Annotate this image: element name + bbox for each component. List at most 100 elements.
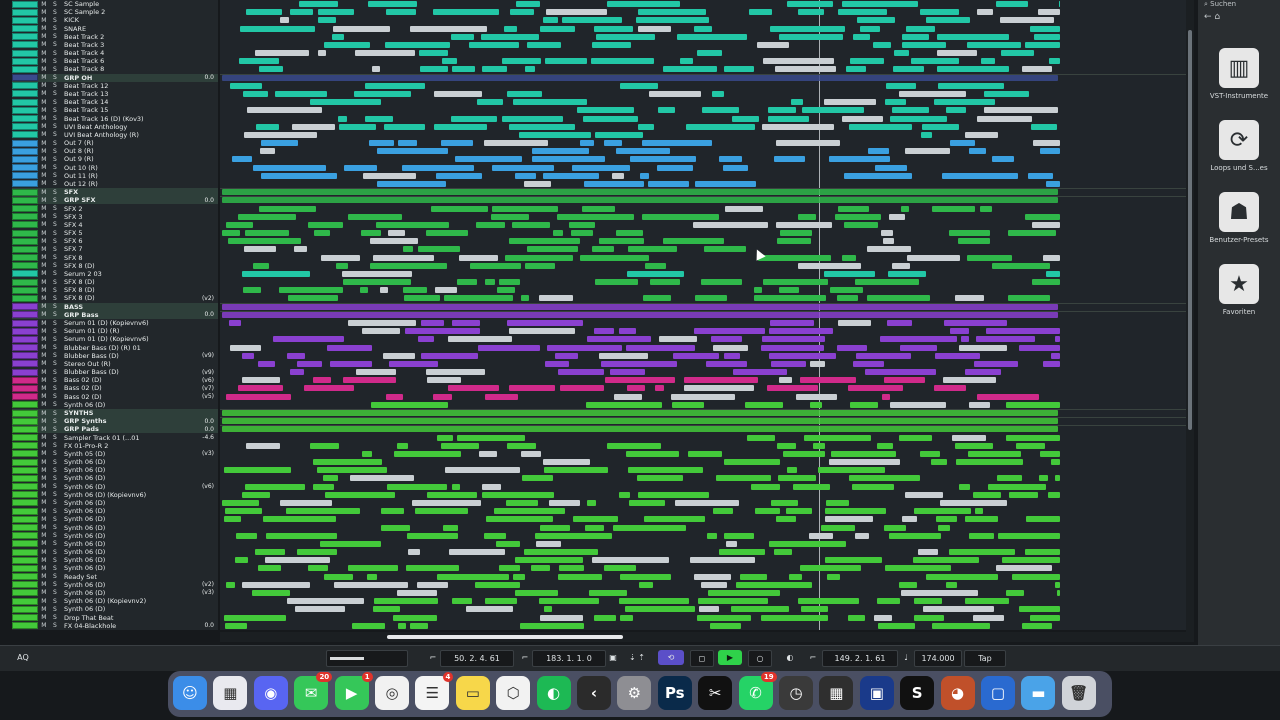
track-row[interactable]: M S Beat Track 16 (D) (Kov3) bbox=[12, 115, 218, 123]
event-part[interactable] bbox=[886, 82, 916, 89]
capcut-2-icon[interactable]: ✂ bbox=[698, 676, 733, 710]
event-part[interactable] bbox=[310, 99, 381, 106]
event-part[interactable] bbox=[804, 434, 871, 441]
event-part[interactable] bbox=[308, 565, 328, 572]
event-part[interactable] bbox=[544, 467, 608, 474]
event-part[interactable] bbox=[855, 279, 919, 286]
event-part[interactable] bbox=[572, 164, 630, 171]
event-part[interactable] bbox=[240, 25, 315, 32]
solo-button[interactable]: S bbox=[53, 213, 57, 220]
mute-button[interactable]: M bbox=[41, 401, 46, 408]
event-part[interactable] bbox=[899, 581, 917, 588]
event-part[interactable] bbox=[906, 25, 935, 32]
track-row[interactable]: M S Synth 06 (D) bbox=[12, 466, 218, 474]
mute-solo-buttons[interactable]: MS bbox=[38, 82, 60, 89]
event-part[interactable] bbox=[1002, 557, 1060, 564]
event-part[interactable] bbox=[509, 238, 580, 245]
event-part[interactable] bbox=[902, 41, 946, 48]
event-part[interactable] bbox=[628, 246, 677, 253]
event-part[interactable] bbox=[934, 385, 966, 392]
event-part[interactable] bbox=[494, 508, 565, 515]
solo-button[interactable]: S bbox=[53, 246, 57, 253]
event-part[interactable] bbox=[889, 532, 941, 539]
mute-solo-buttons[interactable]: MS bbox=[38, 565, 60, 572]
event-part[interactable] bbox=[974, 360, 1018, 367]
mute-button[interactable]: M bbox=[41, 156, 46, 163]
event-part[interactable] bbox=[505, 254, 573, 261]
event-part[interactable] bbox=[950, 140, 975, 147]
event-part[interactable] bbox=[732, 115, 759, 122]
event-part[interactable] bbox=[842, 115, 883, 122]
event-part[interactable] bbox=[310, 442, 339, 449]
event-part[interactable] bbox=[789, 573, 802, 580]
event-part[interactable] bbox=[594, 614, 616, 621]
event-part[interactable] bbox=[643, 295, 671, 302]
event-part[interactable] bbox=[844, 172, 912, 179]
event-part[interactable] bbox=[1009, 491, 1038, 498]
solo-button[interactable]: S bbox=[53, 516, 57, 523]
event-part[interactable] bbox=[383, 352, 415, 359]
event-part[interactable] bbox=[938, 82, 1004, 89]
event-part[interactable] bbox=[373, 254, 434, 261]
event-part[interactable] bbox=[356, 369, 396, 376]
event-part[interactable] bbox=[321, 254, 360, 261]
track-row[interactable]: M S SC Sample bbox=[12, 0, 218, 8]
solo-button[interactable]: S bbox=[53, 418, 57, 425]
right-locator-icon[interactable]: ⌐ bbox=[520, 650, 530, 665]
event-part[interactable] bbox=[1043, 360, 1060, 367]
event-part[interactable] bbox=[594, 25, 633, 32]
mute-solo-buttons[interactable]: MS bbox=[38, 442, 60, 449]
mute-button[interactable]: M bbox=[41, 344, 46, 351]
event-part[interactable] bbox=[835, 213, 881, 220]
event-part[interactable] bbox=[885, 565, 951, 572]
event-part[interactable] bbox=[853, 33, 870, 40]
mute-solo-buttons[interactable]: MS bbox=[38, 491, 60, 498]
folder-part[interactable] bbox=[222, 74, 1058, 81]
event-part[interactable] bbox=[393, 614, 437, 621]
event-part[interactable] bbox=[259, 205, 316, 212]
event-part[interactable] bbox=[386, 9, 416, 16]
solo-button[interactable]: S bbox=[53, 393, 57, 400]
event-part[interactable] bbox=[702, 107, 739, 114]
event-part[interactable] bbox=[515, 172, 536, 179]
mute-button[interactable]: M bbox=[41, 311, 46, 318]
event-part[interactable] bbox=[1038, 9, 1060, 16]
solo-button[interactable]: S bbox=[53, 581, 57, 588]
event-part[interactable] bbox=[398, 140, 417, 147]
event-part[interactable] bbox=[292, 123, 335, 130]
event-part[interactable] bbox=[719, 156, 742, 163]
event-part[interactable] bbox=[849, 475, 920, 482]
track-row[interactable]: M S Beat Track 15 bbox=[12, 106, 218, 114]
track-row[interactable]: M S GRP OH 0.0 bbox=[12, 73, 218, 82]
event-part[interactable] bbox=[867, 295, 930, 302]
event-part[interactable] bbox=[524, 180, 551, 187]
event-part[interactable] bbox=[818, 467, 885, 474]
track-row[interactable]: M S GRP SFX 0.0 bbox=[12, 196, 218, 205]
event-part[interactable] bbox=[849, 123, 912, 130]
mute-solo-buttons[interactable]: MS bbox=[38, 352, 60, 359]
event-part[interactable] bbox=[545, 360, 569, 367]
track-row[interactable]: M S Beat Track 12 bbox=[12, 82, 218, 90]
event-part[interactable] bbox=[673, 352, 719, 359]
event-part[interactable] bbox=[684, 377, 758, 384]
event-part[interactable] bbox=[1022, 622, 1052, 629]
track-row[interactable]: M S SFX 3 bbox=[12, 213, 218, 221]
event-part[interactable] bbox=[1055, 581, 1060, 588]
mute-button[interactable]: M bbox=[41, 50, 46, 57]
event-part[interactable] bbox=[527, 41, 561, 48]
event-part[interactable] bbox=[452, 598, 472, 605]
solo-button[interactable]: S bbox=[53, 475, 57, 482]
mute-button[interactable]: M bbox=[41, 499, 46, 506]
event-part[interactable] bbox=[607, 442, 661, 449]
event-part[interactable] bbox=[441, 442, 479, 449]
mute-solo-buttons[interactable]: MS bbox=[38, 426, 60, 433]
event-part[interactable] bbox=[619, 328, 636, 335]
event-part[interactable] bbox=[1016, 442, 1045, 449]
mute-button[interactable]: M bbox=[41, 459, 46, 466]
mute-solo-buttons[interactable]: MS bbox=[38, 189, 60, 196]
downloads-folder-icon[interactable]: ▬ bbox=[1021, 676, 1056, 710]
event-part[interactable] bbox=[515, 557, 583, 564]
event-part[interactable] bbox=[937, 33, 1009, 40]
event-part[interactable] bbox=[297, 360, 322, 367]
event-part[interactable] bbox=[778, 475, 816, 482]
